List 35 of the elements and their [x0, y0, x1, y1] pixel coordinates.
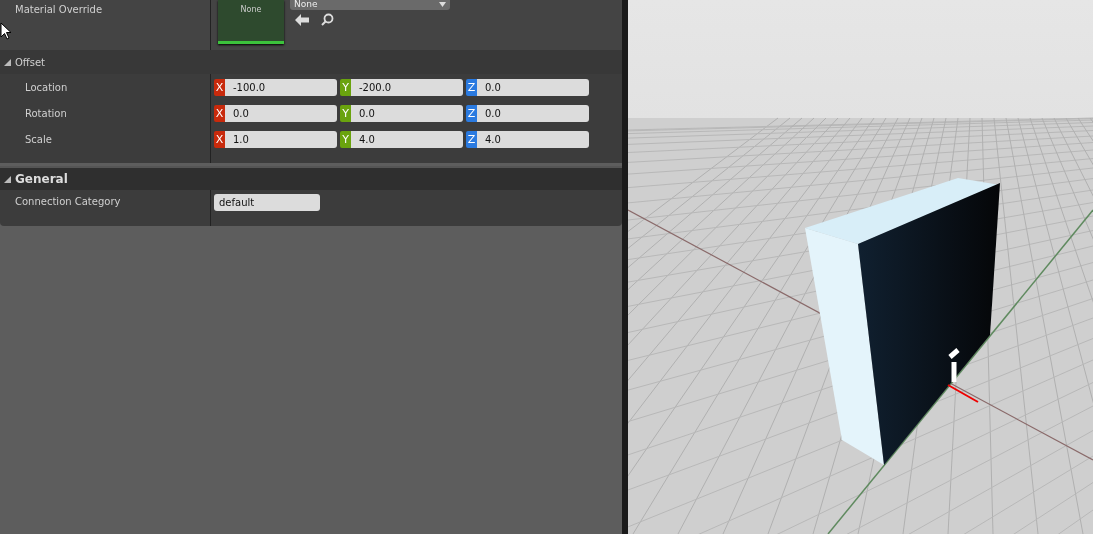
section-header[interactable]: Offset — [0, 50, 622, 74]
number-field[interactable]: 4.0 — [351, 130, 463, 148]
property-label: Material Override — [14, 4, 103, 15]
material-thumbnail[interactable]: None — [218, 0, 284, 44]
property-label: Location — [24, 81, 68, 93]
axis-label: X — [214, 78, 225, 96]
section-header[interactable]: General — [0, 166, 622, 190]
axis-label: Z — [466, 78, 477, 96]
axis-label: Z — [466, 104, 477, 122]
number-field[interactable]: 0.0 — [477, 78, 589, 96]
axis-label: Z — [466, 130, 477, 148]
number-field[interactable]: -200.0 — [351, 78, 463, 96]
number-field[interactable]: 1.0 — [225, 130, 337, 148]
expand-triangle-icon — [4, 175, 11, 183]
axis-label: X — [214, 130, 225, 148]
material-dropdown[interactable]: None — [290, 0, 450, 10]
axis-label: Y — [340, 130, 351, 148]
number-field[interactable]: 0.0 — [351, 104, 463, 122]
mouse-pointer-icon — [0, 22, 12, 40]
axis-label: Y — [340, 78, 351, 96]
number-field[interactable]: 0.0 — [225, 104, 337, 122]
property-label: Connection Category — [14, 196, 121, 207]
property-label: Scale — [24, 133, 52, 145]
viewport-drawing[interactable] — [628, 0, 1093, 534]
axis-label: X — [214, 104, 225, 122]
property-label: Rotation — [24, 107, 67, 119]
arrow-left-icon[interactable] — [295, 13, 309, 26]
number-field[interactable]: 4.0 — [477, 130, 589, 148]
number-field[interactable]: 0.0 — [477, 104, 589, 122]
axis-label: Y — [340, 104, 351, 122]
number-field[interactable]: -100.0 — [225, 78, 337, 96]
caret-icon — [439, 2, 446, 7]
search-icon[interactable] — [321, 13, 334, 26]
text-field[interactable]: default — [214, 194, 320, 211]
expand-triangle-icon — [4, 58, 11, 66]
